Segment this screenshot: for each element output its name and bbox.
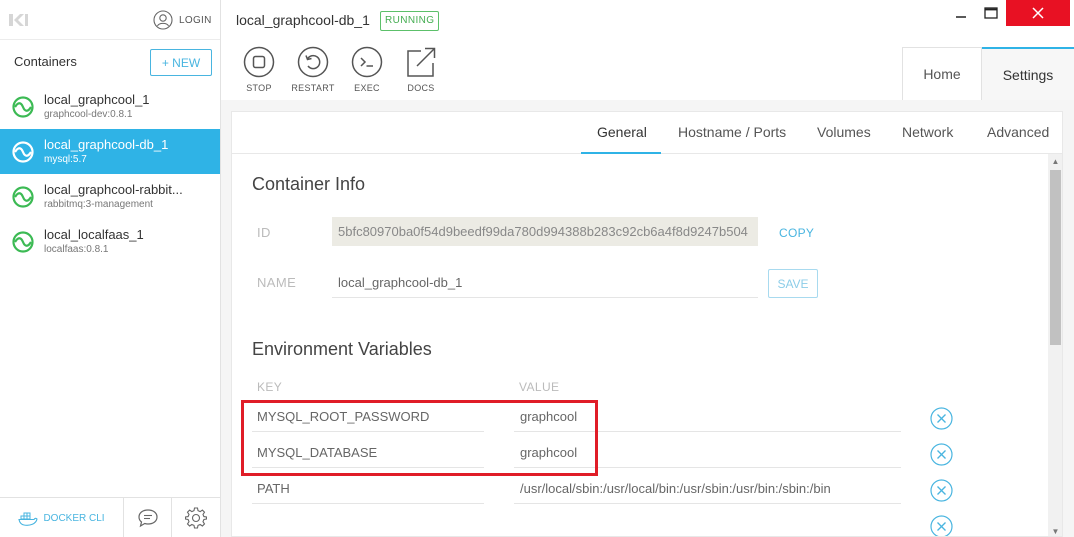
- container-actions: STOP RESTART EXEC DOCS: [232, 46, 448, 93]
- running-status-icon: [12, 231, 34, 253]
- minimize-icon: [956, 16, 966, 18]
- container-image: mysql:5.7: [44, 154, 87, 165]
- kitematic-window: LOGIN Containers + NEW local_graphcool_1…: [0, 0, 1074, 537]
- sidebar-footer: DOCKER CLI: [0, 497, 220, 537]
- scrollbar-thumb[interactable]: [1050, 170, 1061, 345]
- scroll-down-icon[interactable]: ▼: [1048, 524, 1062, 536]
- user-icon: [153, 10, 173, 30]
- container-image: localfaas:0.8.1: [44, 244, 109, 255]
- remove-env-icon[interactable]: [930, 515, 953, 537]
- close-button[interactable]: [1006, 0, 1070, 26]
- subtab-volumes[interactable]: Volumes: [817, 124, 871, 140]
- sidebar: LOGIN Containers + NEW local_graphcool_1…: [0, 0, 221, 537]
- environment-variables-title: Environment Variables: [252, 339, 432, 359]
- container-item-graphcool-db[interactable]: local_graphcool-db_1 mysql:5.7: [0, 129, 220, 174]
- container-item-graphcool[interactable]: local_graphcool_1 graphcool-dev:0.8.1: [0, 84, 220, 129]
- container-list: local_graphcool_1 graphcool-dev:0.8.1 lo…: [0, 84, 220, 264]
- tab-settings[interactable]: Settings: [982, 47, 1074, 100]
- container-name: local_localfaas_1: [44, 227, 144, 242]
- subtab-network[interactable]: Network: [902, 124, 953, 140]
- subtab-hostname-ports[interactable]: Hostname / Ports: [678, 124, 786, 140]
- docs-button[interactable]: DOCS: [394, 46, 448, 93]
- restart-label: RESTART: [291, 83, 335, 93]
- docker-cli-label: DOCKER CLI: [43, 512, 105, 524]
- name-label: NAME: [257, 275, 297, 290]
- terminal-icon: [351, 46, 383, 78]
- preferences-button[interactable]: [172, 498, 220, 537]
- vertical-scrollbar[interactable]: ▲ ▼: [1048, 154, 1062, 536]
- env-value-input[interactable]: [514, 474, 901, 504]
- external-link-icon: [407, 47, 436, 77]
- window-controls: [946, 0, 1070, 26]
- settings-panel: General Hostname / Ports Volumes Network…: [231, 111, 1063, 537]
- save-name-button[interactable]: SAVE: [768, 269, 818, 298]
- stop-button[interactable]: STOP: [232, 46, 286, 93]
- chat-bubble-icon: [137, 509, 158, 528]
- tab-home[interactable]: Home: [902, 47, 982, 100]
- status-badge: RUNNING: [380, 11, 440, 31]
- value-column-header: VALUE: [519, 380, 560, 394]
- exec-button[interactable]: EXEC: [340, 46, 394, 93]
- scroll-up-icon[interactable]: ▲: [1048, 154, 1062, 168]
- docker-whale-icon: [18, 512, 39, 526]
- exec-label: EXEC: [354, 83, 380, 93]
- running-status-icon: [12, 186, 34, 208]
- container-name-input[interactable]: [332, 268, 758, 298]
- docker-cli-button[interactable]: DOCKER CLI: [0, 498, 124, 537]
- restart-icon: [297, 46, 329, 78]
- container-item-graphcool-rabbit[interactable]: local_graphcool-rabbit... rabbitmq:3-man…: [0, 174, 220, 219]
- env-value-input[interactable]: [514, 402, 901, 432]
- maximize-button[interactable]: [976, 0, 1006, 26]
- remove-env-icon[interactable]: [930, 443, 953, 466]
- container-name: local_graphcool-db_1: [44, 137, 169, 152]
- subtab-advanced[interactable]: Advanced: [987, 124, 1049, 140]
- running-status-icon: [12, 141, 34, 163]
- container-name: local_graphcool-rabbit...: [44, 182, 183, 197]
- container-image: graphcool-dev:0.8.1: [44, 109, 133, 120]
- remove-env-icon[interactable]: [930, 407, 953, 430]
- container-image: rabbitmq:3-management: [44, 199, 153, 210]
- container-name: local_graphcool_1: [44, 92, 150, 107]
- new-container-button[interactable]: + NEW: [150, 49, 212, 76]
- env-key-input[interactable]: [252, 402, 484, 432]
- remove-env-icon[interactable]: [930, 479, 953, 502]
- view-tabs: Home Settings: [902, 47, 1074, 100]
- id-label: ID: [257, 225, 271, 240]
- env-key-input[interactable]: [252, 438, 484, 468]
- minimize-button[interactable]: [946, 0, 976, 26]
- copy-id-button[interactable]: COPY: [779, 226, 814, 240]
- stop-label: STOP: [246, 83, 272, 93]
- container-info-title: Container Info: [252, 174, 366, 194]
- kitematic-logo-icon: [9, 14, 28, 26]
- login-button[interactable]: LOGIN: [153, 10, 212, 30]
- docs-label: DOCS: [407, 83, 435, 93]
- container-id-value: 5bfc80970ba0f54d9beedf99da780d994388b283…: [332, 217, 758, 246]
- maximize-icon: [984, 7, 998, 19]
- containers-title: Containers: [14, 54, 77, 69]
- running-status-icon: [12, 96, 34, 118]
- env-value-input[interactable]: [514, 438, 901, 468]
- sidebar-top-bar: LOGIN: [0, 0, 220, 40]
- close-icon: [1032, 7, 1044, 19]
- active-subtab-indicator: [581, 152, 661, 154]
- container-item-localfaas[interactable]: local_localfaas_1 localfaas:0.8.1: [0, 219, 220, 264]
- key-column-header: KEY: [257, 380, 283, 394]
- subtab-general[interactable]: General: [597, 124, 647, 140]
- stop-icon: [243, 46, 275, 78]
- restart-button[interactable]: RESTART: [286, 46, 340, 93]
- gear-icon: [185, 507, 207, 529]
- settings-subtabs: General Hostname / Ports Volumes Network…: [232, 112, 1062, 154]
- feedback-button[interactable]: [124, 498, 172, 537]
- login-label: LOGIN: [179, 14, 212, 26]
- container-title: local_graphcool-db_1: [236, 12, 370, 28]
- env-key-input[interactable]: [252, 474, 484, 504]
